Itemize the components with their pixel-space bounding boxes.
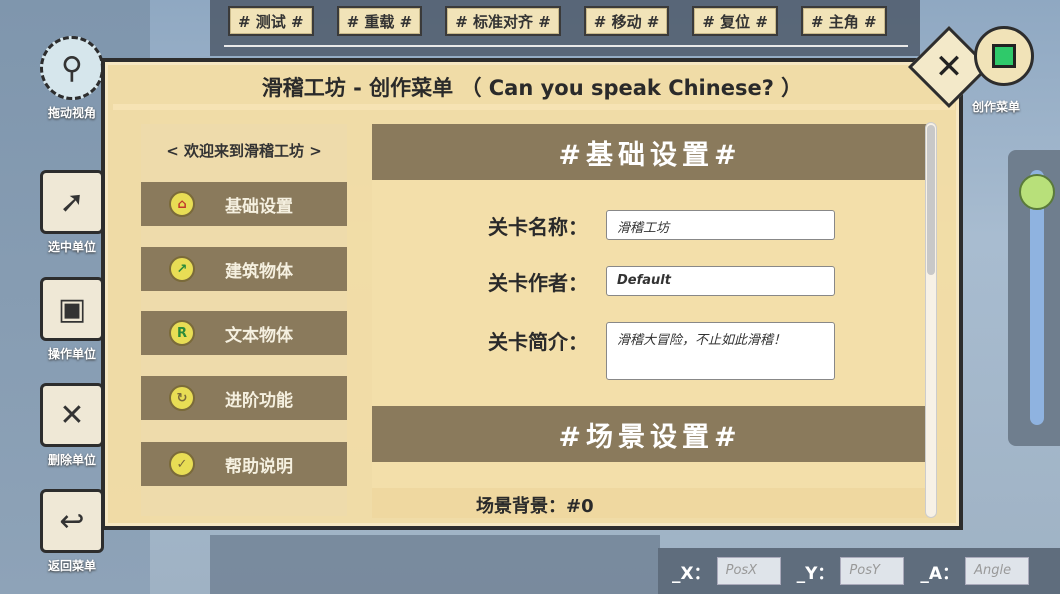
zoom-slider-knob[interactable]	[1019, 174, 1055, 210]
menu-item-label: 基础设置	[225, 196, 293, 217]
build-arrow-icon: ↗	[169, 256, 195, 282]
section-basic-heading: #基础设置#	[372, 124, 928, 180]
tool-label: 操作单位	[47, 347, 96, 361]
level-author-row: 关卡作者： Default	[488, 266, 835, 296]
return-icon: ↩	[40, 489, 104, 553]
level-desc-row: 关卡简介： 滑稽大冒险，不止如此滑稽！	[488, 322, 835, 380]
content-scrollbar[interactable]	[925, 122, 937, 518]
angle-label: _A：	[920, 563, 960, 584]
welcome-text: < 欢迎来到滑稽工坊 >	[166, 142, 322, 160]
pos-x-label: _X：	[672, 563, 711, 584]
tool-label: 拖动视角	[47, 106, 96, 120]
level-desc-label: 关卡简介：	[488, 330, 588, 354]
test-button[interactable]: # 测试 #	[228, 6, 314, 36]
dialog-title: 滑稽工坊 - 创作菜单 （ Can you speak Chinese? ）	[261, 76, 803, 100]
top-toolbar: # 测试 # # 重载 # # 标准对齐 # # 移动 # # 复位 # # 主…	[228, 6, 887, 36]
scene-background-row[interactable]	[372, 488, 928, 518]
tool-return-menu[interactable]: ↩ 返回菜单	[37, 489, 107, 574]
create-menu-button[interactable]	[974, 26, 1034, 86]
level-author-label: 关卡作者：	[488, 270, 588, 295]
create-menu-label: 创作菜单	[972, 100, 1021, 114]
bottom-backdrop	[210, 535, 660, 594]
tool-label: 返回菜单	[47, 559, 96, 573]
menu-item-advanced[interactable]: ↻ 进阶功能	[141, 376, 347, 420]
text-r-icon: R	[169, 320, 195, 346]
menu-item-building-objects[interactable]: ↗ 建筑物体	[141, 247, 347, 291]
coordinate-panel: _X： PosX _Y： PosY _A： Angle	[658, 548, 1060, 594]
dialog-sidebar: < 欢迎来到滑稽工坊 > ⌂ 基础设置 ↗ 建筑物体 R 文本物体 ↻ 进阶功能…	[141, 124, 347, 516]
reload-button[interactable]: # 重载 #	[336, 6, 423, 36]
refresh-circle-icon: ↻	[169, 385, 195, 411]
protagonist-button[interactable]: # 主角 #	[800, 6, 887, 36]
close-icon: ✕	[934, 47, 964, 87]
move-button[interactable]: # 移动 #	[583, 6, 670, 36]
pos-y-input[interactable]: PosY	[840, 557, 905, 585]
create-menu-dialog: 滑稽工坊 - 创作菜单 （ Can you speak Chinese? ） <…	[101, 58, 963, 530]
toolbar-divider	[224, 45, 908, 47]
pos-y-label: _Y：	[796, 563, 835, 584]
reset-button[interactable]: # 复位 #	[692, 6, 778, 36]
operate-unit-icon: ▣	[40, 277, 104, 341]
menu-item-label: 帮助说明	[225, 456, 293, 477]
menu-item-text-objects[interactable]: R 文本物体	[141, 311, 347, 355]
scrollbar-thumb[interactable]	[927, 125, 935, 275]
delete-icon: ✕	[40, 383, 104, 447]
tool-delete-unit[interactable]: ✕ 删除单位	[37, 383, 107, 468]
house-icon: ⌂	[169, 191, 195, 217]
level-name-row: 关卡名称： 滑稽工坊	[488, 210, 835, 240]
cursor-select-icon: ➚	[40, 170, 104, 234]
tool-label: 选中单位	[47, 240, 96, 254]
level-name-label: 关卡名称：	[488, 214, 588, 239]
scene-background-label: 场景背景：#0	[476, 496, 594, 517]
menu-item-label: 文本物体	[225, 325, 293, 346]
pos-x-input[interactable]: PosX	[716, 557, 781, 585]
menu-item-label: 进阶功能	[225, 390, 293, 411]
cube-icon	[992, 44, 1016, 68]
menu-item-help[interactable]: ✓ 帮助说明	[141, 442, 347, 486]
menu-item-basic-settings[interactable]: ⌂ 基础设置	[141, 182, 347, 226]
level-desc-textarea[interactable]: 滑稽大冒险，不止如此滑稽！	[606, 322, 835, 380]
angle-input[interactable]: Angle	[965, 557, 1030, 585]
tool-select-unit[interactable]: ➚ 选中单位	[37, 170, 107, 255]
check-icon: ✓	[169, 451, 195, 477]
settings-content: #基础设置# 关卡名称： 滑稽工坊 关卡作者： Default 关卡简介： 滑稽…	[372, 124, 928, 518]
standard-align-button[interactable]: # 标准对齐 #	[445, 6, 561, 36]
title-divider	[113, 104, 955, 110]
level-author-input[interactable]: Default	[606, 266, 835, 296]
tool-label: 删除单位	[47, 453, 96, 467]
tool-drag-view[interactable]: ⚲ 拖动视角	[37, 36, 107, 121]
level-name-input[interactable]: 滑稽工坊	[606, 210, 835, 240]
drag-view-icon: ⚲	[40, 36, 104, 100]
section-scene-heading: #场景设置#	[372, 406, 928, 462]
tool-operate-unit[interactable]: ▣ 操作单位	[37, 277, 107, 362]
menu-item-label: 建筑物体	[225, 261, 293, 282]
